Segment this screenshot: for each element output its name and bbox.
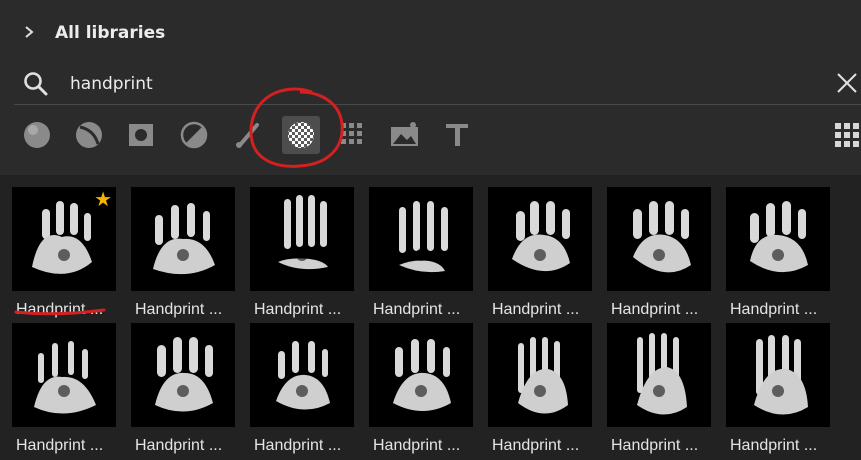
result-label: Handprint ...: [254, 301, 342, 318]
result-label: Handprint ...: [373, 301, 461, 318]
library-title[interactable]: All libraries: [55, 23, 165, 43]
result-label: Handprint ...: [135, 301, 223, 318]
handprint-thumbnail[interactable]: [726, 323, 830, 427]
brush-icon[interactable]: [228, 116, 266, 154]
result-label: Handprint ...: [254, 437, 342, 454]
handprint-thumbnail[interactable]: [250, 187, 354, 291]
handprint-thumbnail[interactable]: [488, 323, 592, 427]
filter-toolbar: [0, 106, 861, 164]
handprint-thumbnail[interactable]: [607, 323, 711, 427]
handprint-thumbnail[interactable]: [488, 187, 592, 291]
handprint-thumbnail[interactable]: [131, 187, 235, 291]
handprint-thumbnail[interactable]: [250, 323, 354, 427]
result-label: Handprint ...: [16, 301, 104, 318]
result-label: Handprint ...: [373, 437, 461, 454]
handprint-thumbnail[interactable]: [369, 323, 473, 427]
image-icon[interactable]: [386, 116, 424, 154]
text-icon[interactable]: [438, 116, 476, 154]
result-label: Handprint ...: [492, 301, 580, 318]
result-label: Handprint ...: [135, 437, 223, 454]
close-icon[interactable]: [832, 68, 861, 98]
result-label: Handprint ...: [730, 437, 818, 454]
adjustment-icon[interactable]: [175, 116, 213, 154]
search-input[interactable]: [70, 72, 770, 96]
gradient-icon[interactable]: [70, 116, 108, 154]
color-icon[interactable]: [18, 116, 56, 154]
search-icon: [24, 72, 48, 96]
result-label: Handprint ...: [611, 437, 699, 454]
handprint-thumbnail[interactable]: [726, 187, 830, 291]
result-label: Handprint ...: [492, 437, 580, 454]
grid-icon[interactable]: [333, 116, 371, 154]
search-bar: [14, 64, 861, 105]
result-label: Handprint ...: [611, 301, 699, 318]
favorite-star-icon: ★: [94, 187, 112, 211]
handprint-thumbnail[interactable]: [369, 187, 473, 291]
pattern-icon[interactable]: [282, 116, 320, 154]
handprint-thumbnail[interactable]: ★: [12, 187, 116, 291]
grid-view-icon[interactable]: [828, 116, 861, 154]
handprint-thumbnail[interactable]: [131, 323, 235, 427]
handprint-thumbnail[interactable]: [12, 323, 116, 427]
handprint-thumbnail[interactable]: [607, 187, 711, 291]
library-header: All libraries: [0, 0, 861, 68]
layer-style-icon[interactable]: [122, 116, 160, 154]
result-label: Handprint ...: [16, 437, 104, 454]
chevron-right-icon[interactable]: [22, 22, 36, 42]
result-label: Handprint ...: [730, 301, 818, 318]
